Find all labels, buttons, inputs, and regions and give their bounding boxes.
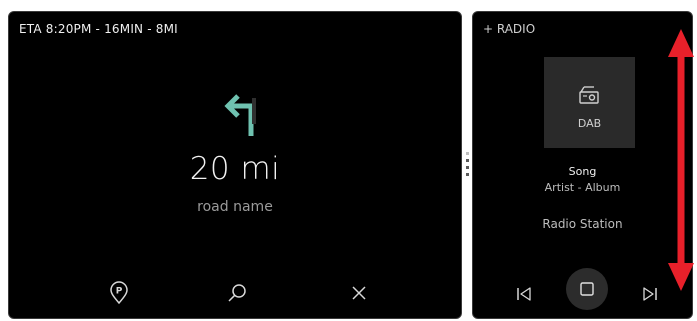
previous-button[interactable] xyxy=(504,274,544,314)
close-button[interactable] xyxy=(344,278,374,308)
screen: ETA 8:20PM - 16MIN - 8MI 20 mi road name… xyxy=(0,0,697,321)
parking-button[interactable]: P xyxy=(104,278,134,308)
split-resize-handle[interactable] xyxy=(464,152,470,182)
distance-readout: 20 mi xyxy=(189,151,281,187)
artist-album: Artist - Album xyxy=(544,181,621,194)
skip-next-icon xyxy=(643,287,657,301)
vertical-resize-arrow-icon xyxy=(666,29,696,291)
stop-icon xyxy=(580,282,594,296)
parking-icon: P xyxy=(110,281,128,305)
radio-station: Radio Station xyxy=(542,217,623,231)
stop-button[interactable] xyxy=(566,268,608,310)
close-icon xyxy=(352,286,366,300)
turn-left-arrow-icon xyxy=(221,90,261,138)
radio-source-button[interactable]: + RADIO xyxy=(483,22,535,36)
media-panel: + RADIO DAB Song Artist - Album Radio St… xyxy=(472,11,693,319)
album-art: DAB xyxy=(544,57,635,148)
radio-icon xyxy=(577,84,601,112)
search-icon xyxy=(228,284,246,302)
eta-text: ETA 8:20PM - 16MIN - 8MI xyxy=(19,22,178,36)
skip-previous-icon xyxy=(517,287,531,301)
album-label: DAB xyxy=(577,117,602,130)
navigation-panel: ETA 8:20PM - 16MIN - 8MI 20 mi road name… xyxy=(8,11,462,319)
search-button[interactable] xyxy=(222,278,252,308)
song-title: Song xyxy=(568,165,597,178)
next-button[interactable] xyxy=(630,274,670,314)
road-name: road name xyxy=(197,199,273,215)
svg-text:P: P xyxy=(116,287,123,297)
